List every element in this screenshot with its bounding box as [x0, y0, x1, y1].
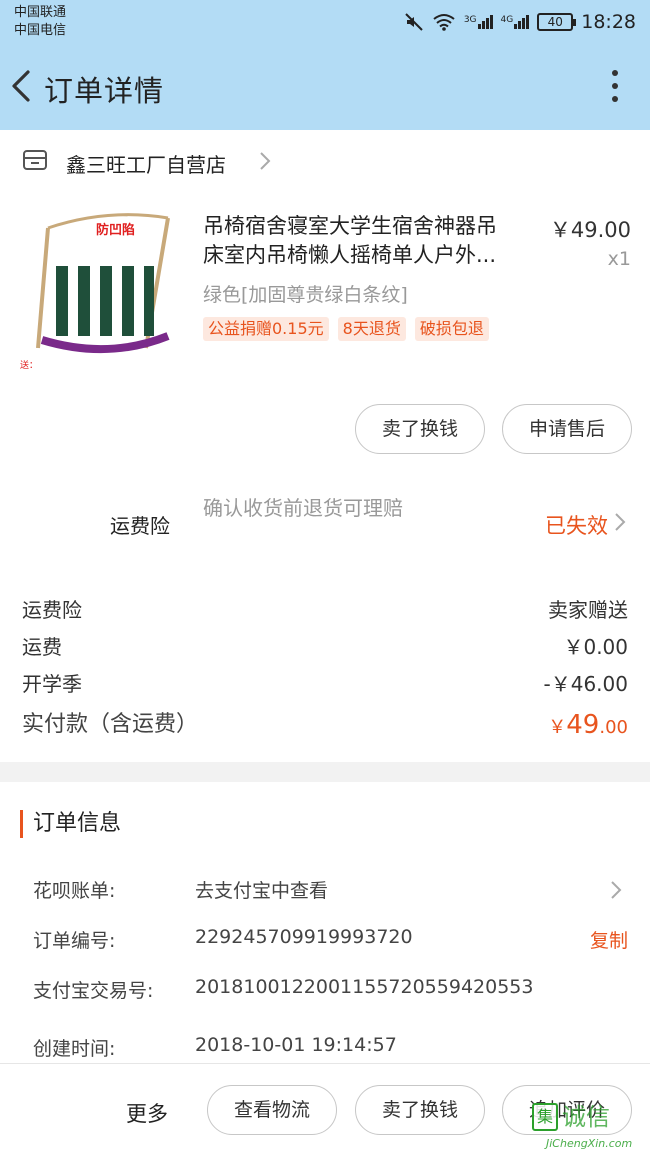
signal-3g-icon: 3G: [464, 15, 493, 29]
info-key: 支付宝交易号:: [33, 980, 154, 1002]
signal-4g-icon: 4G: [501, 15, 530, 29]
wifi-icon: [433, 14, 455, 31]
service-tag: 破损包退: [414, 317, 489, 341]
section-divider: [0, 762, 650, 782]
product-sku: 绿色[加固尊贵绿白条纹]: [203, 284, 408, 306]
carrier-2: 中国电信: [14, 23, 67, 38]
fee-label: 运费险: [22, 598, 82, 622]
product-title-line-2: 床室内吊椅懒人摇椅单人户外...: [203, 243, 497, 267]
fee-label: 开学季: [22, 672, 82, 696]
huabei-bill-row[interactable]: 花呗账单: 去支付宝中查看: [0, 876, 650, 910]
fee-value: 卖家赠送: [548, 598, 628, 622]
fee-row: 运费 ￥0.00: [0, 631, 650, 665]
product-price: ￥49.00: [549, 218, 631, 242]
fee-label: 运费: [22, 635, 62, 659]
carrier-1: 中国联通: [14, 5, 67, 20]
product-quantity: x1: [607, 248, 631, 270]
product-title-line-1: 吊椅宿舍寝室大学生宿舍神器吊: [203, 214, 497, 238]
info-value[interactable]: 去支付宝中查看: [195, 876, 328, 903]
status-icons: 3G 4G 40 18:28: [404, 10, 636, 34]
paid-total-row: 实付款（含运费） ￥49.00: [0, 706, 650, 746]
order-info-heading: 订单信息: [20, 810, 121, 838]
fee-row: 开学季 -￥46.00: [0, 668, 650, 702]
back-arrow-icon[interactable]: [8, 66, 38, 106]
sell-for-cash-button[interactable]: 卖了换钱: [355, 1085, 485, 1135]
view-logistics-button[interactable]: 查看物流: [207, 1085, 337, 1135]
mute-icon: [405, 13, 423, 31]
more-button[interactable]: 更多: [126, 1098, 168, 1128]
shop-row[interactable]: 鑫三旺工厂自营店: [0, 130, 650, 192]
info-key: 创建时间:: [33, 1038, 116, 1060]
chevron-right-icon: [611, 881, 622, 899]
service-tags: 公益捐赠0.15元 8天退货 破损包退: [203, 317, 489, 341]
service-tag: 8天退货: [337, 317, 406, 341]
network-3g-label: 3G: [463, 15, 477, 25]
alipay-trade-row: 支付宝交易号: 2018100122001155720559420553: [0, 976, 650, 1010]
page-title: 订单详情: [44, 74, 165, 108]
watermark-logo: 集: [532, 1103, 558, 1131]
product-image-caption: 送：: [20, 359, 38, 371]
status-bar: 中国联通 中国电信 3G 4G 40 18:28: [0, 0, 650, 42]
site-watermark: 集 诚信 JiChengXin.com: [532, 1101, 644, 1153]
paid-label: 实付款（含运费）: [22, 712, 199, 737]
insurance-description: 确认收货前退货可理赔: [203, 496, 403, 520]
shop-name[interactable]: 鑫三旺工厂自营店: [66, 149, 226, 178]
paid-currency: ￥: [548, 717, 567, 738]
insurance-status: 已失效: [545, 514, 608, 538]
info-key: 花呗账单:: [33, 880, 116, 902]
app-bar: 订单详情: [0, 42, 650, 130]
more-options-icon[interactable]: [610, 70, 620, 106]
apply-after-sale-button[interactable]: 申请售后: [502, 404, 632, 454]
shipping-insurance-row[interactable]: 运费险 确认收货前退货可理赔 已失效: [0, 480, 650, 560]
fee-value: -￥46.00: [543, 672, 628, 696]
store-icon: [23, 150, 47, 170]
fee-value: ￥0.00: [563, 635, 628, 659]
created-time: 2018-10-01 19:14:57: [195, 1034, 397, 1056]
alipay-trade-number: 2018100122001155720559420553: [195, 976, 534, 998]
service-tag: 公益捐赠0.15元: [203, 317, 329, 341]
paid-decimal: .00: [599, 717, 628, 738]
sell-for-cash-button[interactable]: 卖了换钱: [355, 404, 485, 454]
watermark-text: 诚信: [562, 1103, 610, 1131]
product-item[interactable]: 防凹陷 送： 吊椅宿舍寝室大学生宿舍神器吊 床室内吊椅懒人摇椅单人户外... ￥…: [0, 200, 650, 380]
fee-row: 运费险 卖家赠送: [0, 594, 650, 628]
clock: 18:28: [581, 11, 636, 33]
product-image-badge: 防凹陷: [96, 222, 135, 238]
chevron-right-icon: [615, 513, 626, 531]
paid-integer: 49: [566, 710, 600, 740]
insurance-label: 运费险: [110, 514, 170, 538]
order-number-row: 订单编号: 229245709919993720 复制: [0, 926, 650, 960]
product-title[interactable]: 吊椅宿舍寝室大学生宿舍神器吊 床室内吊椅懒人摇椅单人户外...: [203, 212, 533, 270]
paid-amount: ￥49.00: [548, 710, 628, 740]
chevron-right-icon: [260, 152, 271, 170]
order-number: 229245709919993720: [195, 926, 413, 948]
battery-icon: 40: [537, 13, 577, 31]
watermark-url: JiChengXin.com: [546, 1137, 633, 1150]
copy-button[interactable]: 复制: [590, 926, 628, 953]
product-image[interactable]: 防凹陷 送：: [18, 208, 178, 376]
info-key: 订单编号:: [33, 930, 116, 952]
network-4g-label: 4G: [500, 15, 514, 25]
